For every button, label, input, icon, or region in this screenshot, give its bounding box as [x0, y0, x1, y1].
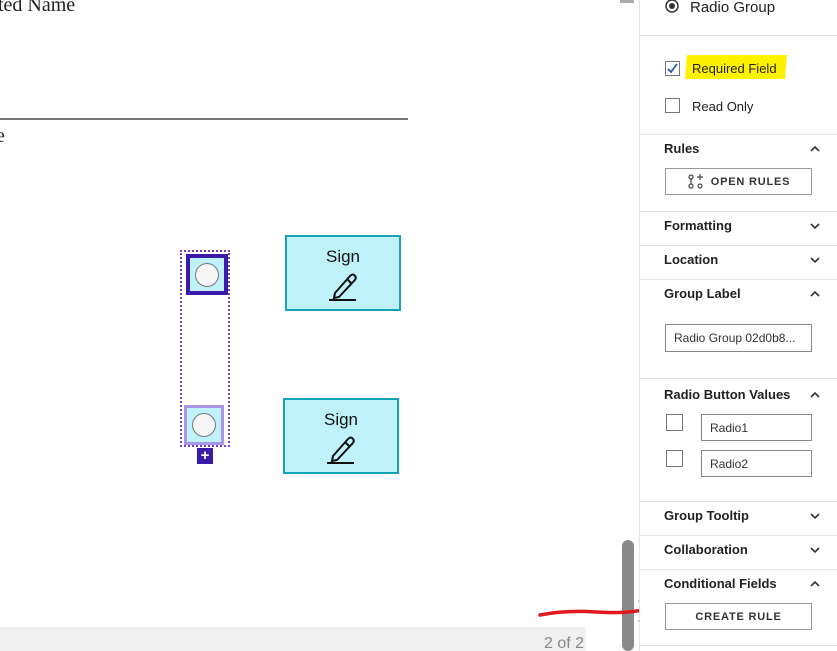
create-rule-label: CREATE RULE	[695, 610, 782, 623]
required-field-checkbox[interactable]	[665, 61, 680, 76]
chevron-down-icon[interactable]	[810, 512, 820, 520]
chevron-up-icon[interactable]	[810, 391, 820, 399]
section-title-formatting[interactable]: Formatting	[664, 218, 732, 233]
section-title-rules[interactable]: Rules	[664, 141, 699, 156]
pen-icon	[327, 436, 355, 464]
radio-value-1-input[interactable]: Radio1	[701, 414, 812, 441]
chevron-down-icon[interactable]	[810, 546, 820, 554]
read-only-label: Read Only	[692, 99, 754, 114]
document-page: ted Name e + Sign Sign 2 of 2	[0, 0, 586, 651]
document-signature-line	[0, 118, 408, 120]
radio-button-field-1[interactable]	[186, 254, 228, 295]
radio-circle-icon	[192, 413, 216, 437]
divider	[640, 211, 837, 212]
checkmark-icon	[667, 63, 678, 74]
divider	[640, 279, 837, 280]
radio-circle-icon	[195, 262, 219, 287]
radio-value-1-checkbox[interactable]	[666, 414, 683, 431]
page-footer: 2 of 2	[0, 627, 586, 651]
divider	[640, 569, 837, 570]
signature-field-2[interactable]: Sign	[283, 398, 399, 474]
signature-field-label: Sign	[323, 410, 359, 429]
properties-panel: Radio Group Required Field Read Only Rul…	[639, 0, 837, 651]
open-rules-button[interactable]: OPEN RULES	[665, 168, 812, 195]
chevron-up-icon[interactable]	[810, 290, 820, 298]
divider	[640, 501, 837, 502]
chevron-down-icon[interactable]	[810, 256, 820, 264]
field-type-radio-group-label: Radio Group	[690, 0, 776, 16]
pen-icon	[329, 273, 357, 301]
open-rules-label: OPEN RULES	[710, 175, 791, 188]
section-title-collaboration[interactable]: Collaboration	[664, 542, 748, 557]
read-only-checkbox[interactable]	[665, 98, 680, 113]
radio-button-field-2[interactable]	[184, 405, 224, 445]
document-heading-fragment: ted Name	[0, 0, 76, 16]
section-title-conditional-fields[interactable]: Conditional Fields	[664, 576, 777, 591]
group-label-input[interactable]: Radio Group 02d0b8...	[665, 324, 812, 352]
section-title-location[interactable]: Location	[664, 252, 718, 267]
rules-icon	[688, 173, 703, 189]
signature-field-1[interactable]: Sign	[285, 235, 401, 311]
divider	[640, 35, 837, 36]
chevron-up-icon[interactable]	[810, 580, 820, 588]
divider	[640, 645, 837, 646]
page-indicator: 2 of 2	[543, 635, 584, 651]
divider	[640, 134, 837, 135]
chevron-up-icon[interactable]	[810, 145, 820, 153]
radio-value-2-checkbox[interactable]	[666, 450, 683, 467]
add-radio-button[interactable]: +	[197, 448, 213, 464]
scrollbar-top-marker	[620, 0, 634, 3]
section-title-group-label[interactable]: Group Label	[664, 286, 741, 301]
radio-value-2-input[interactable]: Radio2	[701, 450, 812, 477]
divider	[640, 535, 837, 536]
create-rule-button[interactable]: CREATE RULE	[665, 603, 812, 630]
chevron-down-icon[interactable]	[810, 222, 820, 230]
document-label-fragment: e	[0, 125, 5, 147]
radio-selected-icon[interactable]	[664, 0, 680, 14]
section-title-group-tooltip[interactable]: Group Tooltip	[664, 508, 749, 523]
divider	[640, 378, 837, 379]
divider	[640, 245, 837, 246]
signature-field-label: Sign	[325, 247, 361, 266]
required-field-label: Required Field	[692, 61, 777, 76]
section-title-radio-button-values[interactable]: Radio Button Values	[664, 387, 790, 402]
